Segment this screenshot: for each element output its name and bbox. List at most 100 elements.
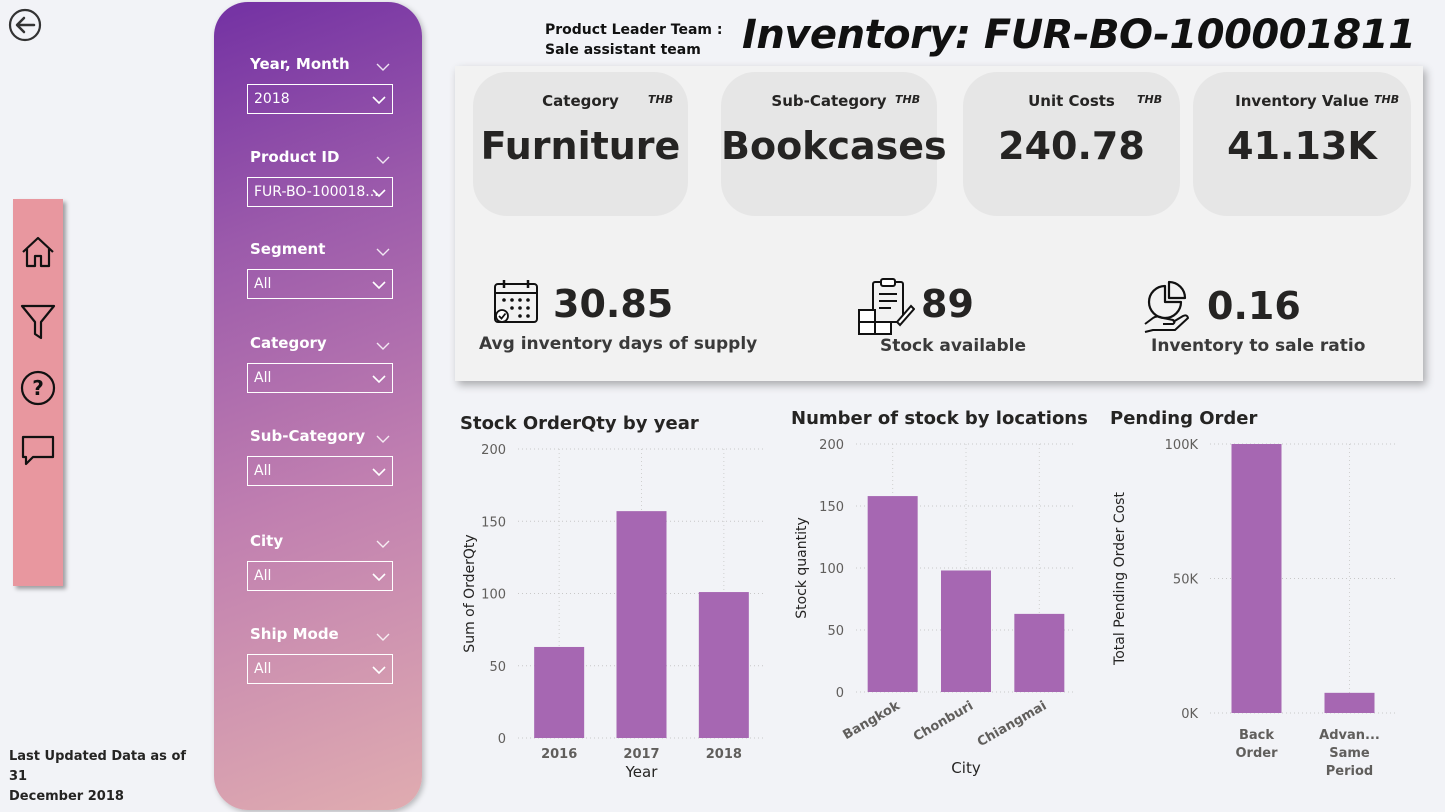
card-unit: THB — [1137, 93, 1163, 106]
sub-category-card: Sub-Category THB Bookcases — [721, 72, 947, 216]
bar — [534, 646, 585, 738]
y-tick-label: 0 — [836, 686, 844, 701]
filter-selected-value: FUR-BO-100018... — [254, 184, 379, 200]
x-tick-label: 2016 — [541, 747, 577, 762]
pie-hand-icon — [1144, 280, 1189, 333]
filter-panel: Year, Month 2018 Product ID FUR-BO-100018..… — [214, 2, 422, 810]
x-axis-label: Year — [625, 763, 659, 781]
y-tick-label: 50 — [827, 624, 844, 639]
expand-chevron-icon[interactable] — [376, 431, 390, 445]
filter-dropdown-year-month[interactable]: 2018 — [247, 84, 393, 114]
chart-pending-order: 0K 50K 100K Back Order Advan... Same Period Tota… — [1112, 438, 1396, 779]
card-value: Bookcases — [721, 124, 947, 168]
metric-value: 0.16 — [1207, 284, 1301, 328]
last-updated-text: Last Updated Data as of 31 December 2018 — [9, 747, 199, 807]
x-tick-label: Chonburi — [911, 698, 976, 744]
metric-label: Avg inventory days of supply — [479, 334, 758, 354]
metric-label: Inventory to sale ratio — [1151, 336, 1366, 356]
y-axis-label: Total Pending Order Cost — [1112, 492, 1128, 666]
bar — [941, 570, 991, 692]
category-card: Category THB Furniture — [473, 72, 688, 216]
expand-chevron-icon[interactable] — [376, 629, 390, 643]
filter-dropdown-product-id[interactable]: FUR-BO-100018... — [247, 177, 393, 207]
team-line2: Sale assistant team — [545, 42, 701, 58]
filter-dropdown-ship-mode[interactable]: All — [247, 654, 393, 684]
bar — [1231, 444, 1282, 713]
x-axis-label: City — [951, 759, 981, 777]
calendar-icon — [494, 280, 538, 323]
card-unit: THB — [1374, 93, 1400, 106]
x-tick-label: Bangkok — [840, 698, 902, 743]
y-tick-label: 200 — [481, 443, 506, 458]
last-updated-line2: December 2018 — [9, 789, 124, 804]
filter-label-segment: Segment — [250, 240, 326, 258]
y-tick-label: 150 — [481, 515, 506, 530]
bar — [616, 511, 667, 738]
filter-selected-value: All — [254, 370, 272, 386]
y-tick-label: 0 — [498, 732, 506, 747]
filter-dropdown-sub-category[interactable]: All — [247, 456, 393, 486]
x-tick-label: Advan... — [1319, 728, 1380, 743]
navigation-bar: ? — [13, 199, 63, 586]
y-tick-label: 50K — [1173, 573, 1199, 588]
filter-dropdown-segment[interactable]: All — [247, 269, 393, 299]
bar — [698, 592, 749, 738]
filter-selected-value: All — [254, 276, 272, 292]
last-updated-line1: Last Updated Data as of 31 — [9, 749, 187, 784]
inventory-value-card: Inventory Value THB 41.13K — [1193, 72, 1411, 216]
chart-stock-by-locations: 0 50 100 150 200 Bangkok ChonburiChiangmai City… — [794, 438, 1076, 777]
help-icon[interactable]: ? — [19, 369, 57, 407]
metric-label: Stock available — [880, 336, 1027, 356]
x-tick-label: 2018 — [706, 747, 742, 762]
expand-chevron-icon[interactable] — [376, 536, 390, 550]
filter-icon[interactable] — [19, 302, 57, 340]
y-tick-label: 200 — [819, 438, 844, 453]
comment-icon[interactable] — [19, 431, 57, 469]
expand-chevron-icon[interactable] — [376, 59, 390, 73]
filter-label-ship-mode: Ship Mode — [250, 625, 339, 643]
back-button[interactable] — [8, 8, 42, 42]
y-tick-label: 150 — [819, 500, 844, 515]
filter-selected-value: All — [254, 661, 272, 677]
x-tick-label: Chiangmai — [975, 698, 1049, 750]
y-axis-label: Sum of OrderQty — [462, 534, 478, 652]
y-tick-label: 100 — [819, 562, 844, 577]
bar — [867, 496, 918, 692]
expand-chevron-icon[interactable] — [376, 338, 390, 352]
filter-dropdown-category[interactable]: All — [247, 363, 393, 393]
filter-label-product-id: Product ID — [250, 148, 340, 166]
chart-title-orderqty: Stock OrderQty by year — [460, 413, 699, 434]
x-tick-label: Order — [1236, 746, 1279, 761]
card-unit: THB — [648, 93, 674, 106]
x-tick-label: Back — [1239, 728, 1274, 743]
kpi-panel: Category THB Furniture Sub-Category THB … — [455, 66, 1423, 381]
back-arrow-icon — [8, 8, 42, 42]
filter-label-sub-category: Sub-Category — [250, 427, 366, 445]
metric-value: 89 — [921, 282, 974, 326]
home-icon[interactable] — [19, 233, 57, 271]
card-value: 240.78 — [998, 124, 1145, 168]
filter-label-category: Category — [250, 334, 327, 352]
bar — [1014, 613, 1065, 692]
filter-label-city: City — [250, 532, 284, 550]
expand-chevron-icon[interactable] — [376, 152, 390, 166]
card-unit: THB — [895, 93, 921, 106]
chart-title-locations: Number of stock by locations — [791, 408, 1088, 429]
team-label: Product Leader Team : Sale assistant tea… — [545, 20, 725, 60]
y-tick-label: 0K — [1181, 707, 1198, 722]
page-title: Inventory: FUR-BO-100001811 — [742, 12, 1416, 58]
filter-selected-value: All — [254, 568, 272, 584]
y-axis-label: Stock quantity — [794, 517, 810, 619]
filter-dropdown-city[interactable]: All — [247, 561, 393, 591]
bar — [1324, 692, 1375, 713]
x-tick-label: Same — [1329, 746, 1370, 761]
expand-chevron-icon[interactable] — [376, 244, 390, 258]
chart-title-pending: Pending Order — [1110, 408, 1258, 429]
x-tick-label: Period — [1326, 764, 1373, 779]
x-tick-label: 2017 — [623, 747, 659, 762]
chart-orderqty-by-year: 0 50 100 150 200 2016 2017 2018 Year Sum of Order… — [462, 443, 765, 781]
svg-text:?: ? — [32, 376, 44, 400]
unit-costs-card: Unit Costs THB 240.78 — [963, 72, 1180, 216]
y-tick-label: 50 — [489, 660, 506, 675]
stock-clipboard-icon — [858, 278, 915, 335]
